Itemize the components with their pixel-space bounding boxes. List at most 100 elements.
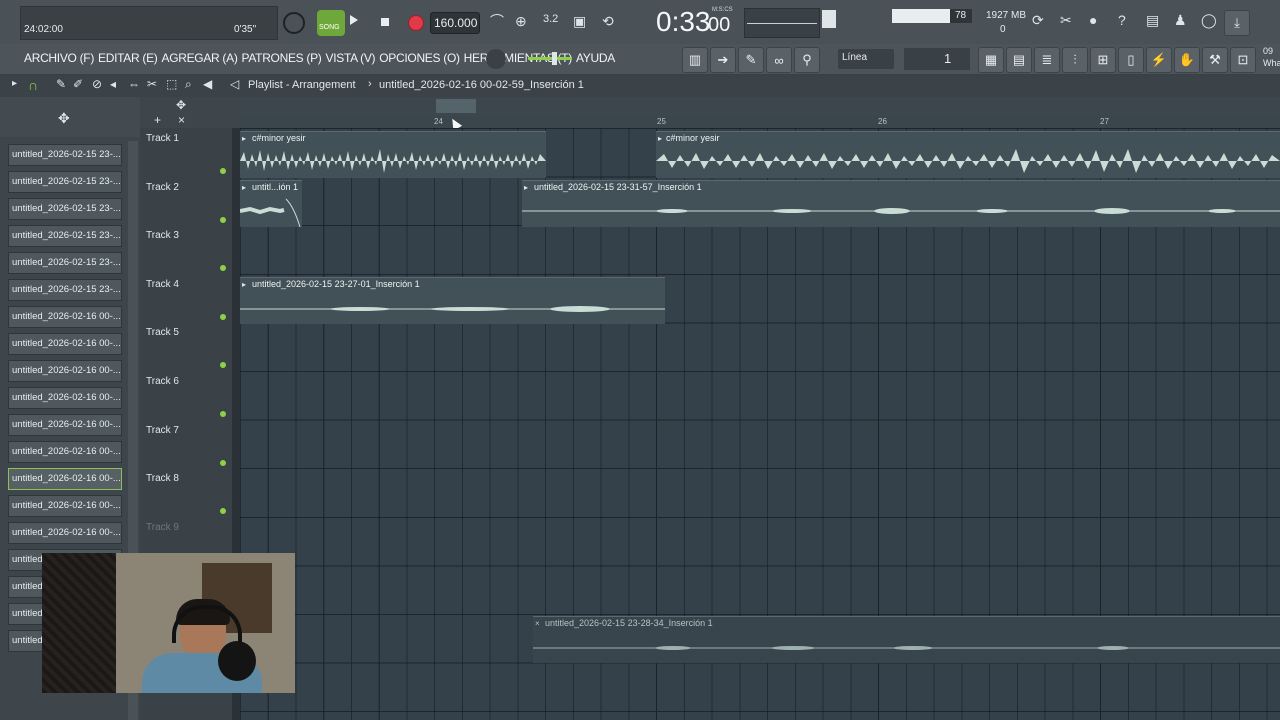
track-label[interactable]: Track 3 [146,230,179,241]
main-time-display[interactable]: 0:33 [656,6,711,38]
slip-tool-icon[interactable]: ⇔ [128,78,140,90]
browser-icon[interactable]: ⊞ [1090,47,1116,73]
playlist-menu-arrow-icon[interactable]: ▸ [12,79,17,89]
overview-scrollbar[interactable] [240,97,1280,116]
pattern-list-item[interactable]: untitled_2026-02-16 00-... [8,468,122,490]
pattern-list-item[interactable]: untitled_2026-02-15 23-... [8,279,122,301]
mixer-icon[interactable]: ⫶ [1062,47,1088,73]
pattern-list-item[interactable]: untitled_2026-02-16 00-... [8,414,122,436]
audio-clip[interactable]: c#minor yesir ▸ [240,131,546,178]
track-mute-led[interactable] [220,459,226,466]
move-icon[interactable]: ✥ [58,111,70,125]
pattern-list-item[interactable]: untitled_2026-02-15 23-... [8,144,122,166]
track-label[interactable]: Track 6 [146,376,179,387]
delete-tool-icon[interactable]: ⊘ [92,78,102,90]
menu-agregar[interactable]: AGREGAR (A) [161,51,237,65]
clip-menu-icon[interactable]: ▸ [242,183,246,192]
menu-opciones[interactable]: OPCIONES (O) [379,51,460,65]
menu-patrones[interactable]: PATRONES (P) [242,51,322,65]
channel-rack-icon[interactable]: ▤ [1006,47,1032,73]
clip-menu-icon[interactable]: × [535,619,540,628]
play-button[interactable] [350,15,358,25]
audio-clip[interactable]: ▸ untitled_2026-02-15 23-31-57_Inserción… [522,180,1280,227]
pattern-list-item[interactable]: untitled_2026-02-16 00-... [8,360,122,382]
metronome-icon[interactable]: ⌒ [490,14,504,28]
master-pitch-slider[interactable] [528,52,572,65]
refresh-icon[interactable]: ⟳ [1032,13,1044,27]
drag-handle-icon[interactable]: ✥ [176,99,186,111]
track-label[interactable]: Track 2 [146,182,179,193]
stop-button[interactable] [381,18,389,26]
clip-menu-icon[interactable]: ▸ [242,280,246,289]
audio-clip[interactable]: ▸ untitled_2026-02-15 23-27-01_Inserción… [240,277,665,324]
remove-track-icon[interactable]: × [178,114,185,126]
loop-record-icon[interactable]: ⟲ [602,14,614,28]
save-icon[interactable]: ▤ [1146,13,1159,27]
brush-icon[interactable]: ✎ [738,47,764,73]
track-label[interactable]: Track 8 [146,473,179,484]
track-mute-led[interactable] [220,168,226,174]
touch-controller-icon[interactable]: ✋ [1174,47,1200,73]
pattern-list-item[interactable]: untitled_2026-02-16 00-... [8,495,122,517]
pattern-list-item[interactable]: untitled_2026-02-15 23-... [8,252,122,274]
snap-selector[interactable]: Línea [838,49,894,69]
draw-tool-icon[interactable]: ✎ [56,78,66,90]
master-fader-icon[interactable] [822,10,836,28]
zoom-tool-icon[interactable]: ⌕ [185,78,192,90]
track-mute-led[interactable] [220,411,226,417]
pattern-list-item[interactable]: untitled_2026-02-16 00-... [8,522,122,544]
audio-clip[interactable]: ▸ c#minor yesir [656,131,1280,178]
audio-clip[interactable]: × untitled_2026-02-15 23-28-34_Inserción… [533,616,1280,663]
help-icon[interactable]: ? [1118,13,1126,27]
pattern-selector[interactable]: 1 [904,48,970,70]
playback-tool-icon[interactable]: ◀ [203,78,212,90]
paint-tool-icon[interactable]: ✐ [73,78,83,90]
track-mute-led[interactable] [220,313,226,320]
pattern-list-item[interactable]: untitled_2026-02-15 23-... [8,171,122,193]
track-label[interactable]: Track 7 [146,425,179,436]
slice-tool-icon[interactable]: ✂ [147,78,157,90]
select-tool-icon[interactable]: ⬚ [166,78,177,90]
stamp-icon[interactable]: ⚲ [794,47,820,73]
countdown-icon[interactable]: 3.2 [543,14,558,25]
audio-clip[interactable]: ▸ untitl...ión 1 [240,180,302,227]
main-pitch-knob[interactable] [486,49,506,69]
cart-icon[interactable]: ⊡ [1230,47,1256,73]
track-label[interactable]: Track 9 [146,522,179,533]
playlist-icon[interactable]: ▦ [978,47,1004,73]
step-edit-icon[interactable]: ▣ [573,14,586,28]
plugin-icon[interactable]: ♟ [1174,13,1187,27]
speaker-icon[interactable]: ◁ [230,78,239,90]
pattern-list-item[interactable]: untitled_2026-02-16 00-... [8,387,122,409]
add-track-icon[interactable]: + [154,114,161,126]
clip-menu-icon[interactable]: ▸ [524,183,528,192]
pattern-list-item[interactable]: untitled_2026-02-16 00-... [8,306,122,328]
menu-vista[interactable]: VISTA (V) [326,51,376,65]
master-volume-knob[interactable] [283,12,305,34]
track-label[interactable]: Track 4 [146,279,179,290]
pattern-list-item[interactable]: untitled_2026-02-16 00-... [8,441,122,463]
download-icon[interactable]: ⤓ [1224,10,1250,36]
wait-input-icon[interactable]: ⊕ [515,14,527,28]
cut-icon[interactable]: ✂ [1060,13,1072,27]
step-sequencer-icon[interactable]: ≣ [1034,47,1060,73]
record-button[interactable] [408,15,424,31]
plugin-picker-icon[interactable]: ⚡ [1146,47,1172,73]
piano-roll-icon[interactable]: ▥ [682,47,708,73]
magnet-icon[interactable]: ∩ [28,78,38,92]
pattern-list-item[interactable]: untitled_2026-02-15 23-... [8,225,122,247]
menu-ayuda[interactable]: AYUDA [576,51,615,65]
microphone-icon[interactable]: ● [1089,13,1097,27]
pattern-list-item[interactable]: untitled_2026-02-16 00-... [8,333,122,355]
overview-handle[interactable] [436,99,476,113]
pattern-list-item[interactable]: untitled_2026-02-15 23-... [8,198,122,220]
mute-tool-icon[interactable]: ◂ [110,78,116,90]
track-label[interactable]: Track 1 [146,133,179,144]
tempo-display[interactable]: 160.000 [430,12,480,34]
menu-archivo[interactable]: ARCHIVO (F) [24,51,94,65]
track-mute-led[interactable] [220,216,226,223]
menu-editar[interactable]: EDITAR (E) [98,51,158,65]
pattern-song-toggle[interactable]: SONG [317,10,345,36]
link-icon[interactable]: ∞ [766,47,792,73]
chat-icon[interactable]: ◯ [1201,13,1217,27]
